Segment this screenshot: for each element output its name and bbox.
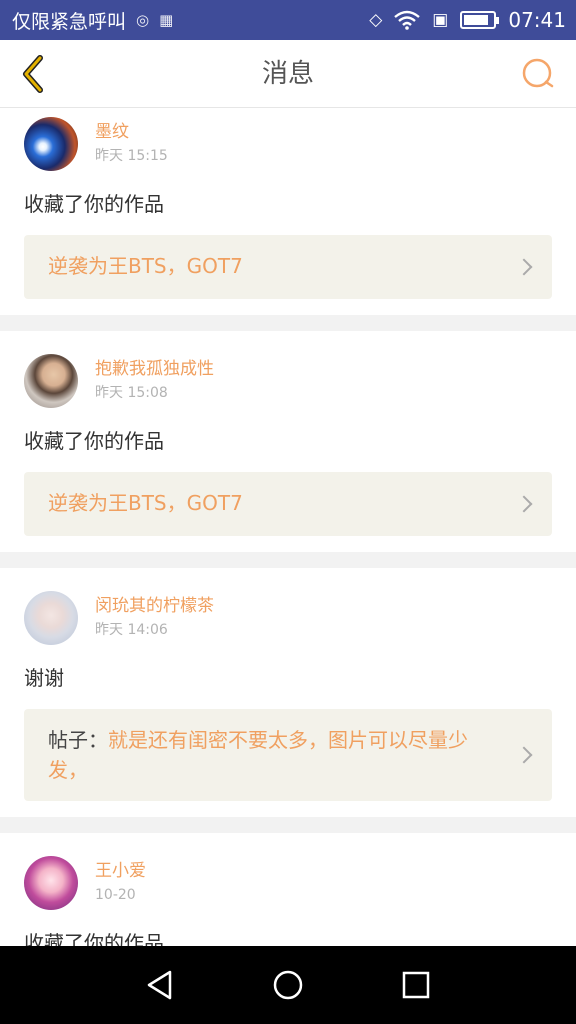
clock: 07:41 <box>508 8 566 32</box>
work-link[interactable]: 逆袭为王BTS，GOT7 <box>24 472 552 536</box>
message-header: 抱歉我孤独成性 昨天 15:08 <box>24 353 552 409</box>
back-button[interactable] <box>12 52 56 96</box>
nav-recents-button[interactable] <box>396 965 436 1005</box>
message-header: 王小爱 10-20 <box>24 855 552 911</box>
message-card[interactable]: 抱歉我孤独成性 昨天 15:08 收藏了你的作品 逆袭为王BTS，GOT7 <box>0 331 576 552</box>
user-name[interactable]: 墨纹 <box>95 120 168 144</box>
message-card[interactable]: 墨纹 昨天 15:15 收藏了你的作品 逆袭为王BTS，GOT7 <box>0 108 576 315</box>
message-meta: 王小爱 10-20 <box>95 859 146 907</box>
work-title: 逆袭为王BTS，GOT7 <box>48 491 243 515</box>
status-bar: 仅限紧急呼叫 ◎ ▦ ◇ ▣ 07:41 <box>0 0 576 40</box>
message-card[interactable]: 王小爱 10-20 收藏了你的作品 <box>0 833 576 946</box>
user-name[interactable]: 抱歉我孤独成性 <box>95 357 214 381</box>
nav-back-button[interactable] <box>140 965 180 1005</box>
message-text: 收藏了你的作品 <box>24 931 164 946</box>
user-name[interactable]: 王小爱 <box>95 859 146 883</box>
message-time: 昨天 14:06 <box>95 622 168 638</box>
avatar[interactable] <box>24 591 78 645</box>
search-button[interactable] <box>518 54 558 94</box>
vibrate-icon: ◇ <box>369 10 383 30</box>
message-time: 昨天 15:15 <box>95 148 168 164</box>
message-time: 10-20 <box>95 887 136 903</box>
avatar[interactable] <box>24 856 78 910</box>
message-header: 墨纹 昨天 15:15 <box>24 116 552 172</box>
post-link[interactable]: 帖子：就是还有闺密不要太多，图片可以尽量少发， <box>24 709 552 801</box>
status-left: 仅限紧急呼叫 ◎ ▦ <box>12 0 173 40</box>
battery-icon <box>460 11 500 29</box>
chevron-left-icon <box>23 55 43 93</box>
page-title: 消息 <box>261 59 314 89</box>
chevron-right-icon <box>515 258 533 276</box>
message-meta: 抱歉我孤独成性 昨天 15:08 <box>95 357 214 405</box>
message-meta: 墨纹 昨天 15:15 <box>95 120 168 168</box>
header-bar: 消息 <box>0 40 576 108</box>
search-icon <box>522 58 554 88</box>
post-label: 帖子： <box>48 728 108 752</box>
message-meta: 闵玧其的柠檬茶 昨天 14:06 <box>95 594 214 642</box>
message-time: 昨天 15:08 <box>95 385 168 401</box>
nav-home-button[interactable] <box>268 965 308 1005</box>
sim-icon: ▣ <box>432 10 449 30</box>
status-right: ◇ ▣ 07:41 <box>369 0 566 40</box>
chevron-right-icon <box>515 495 533 513</box>
square-recents-icon <box>402 971 430 999</box>
keyboard-icon: ▦ <box>159 11 174 29</box>
avatar[interactable] <box>24 117 78 171</box>
message-text: 收藏了你的作品 <box>24 429 164 453</box>
message-card[interactable]: 闵玧其的柠檬茶 昨天 14:06 谢谢 帖子：就是还有闺密不要太多，图片可以尽量… <box>0 568 576 817</box>
location-icon: ◎ <box>136 11 150 29</box>
triangle-back-icon <box>147 970 172 1000</box>
message-text: 谢谢 <box>24 666 64 690</box>
message-header: 闵玧其的柠檬茶 昨天 14:06 <box>24 590 552 646</box>
avatar[interactable] <box>24 354 78 408</box>
user-name[interactable]: 闵玧其的柠檬茶 <box>95 594 214 618</box>
work-title: 逆袭为王BTS，GOT7 <box>48 254 243 278</box>
work-link[interactable]: 逆袭为王BTS，GOT7 <box>24 235 552 299</box>
carrier-text: 仅限紧急呼叫 <box>12 10 127 33</box>
system-nav-bar <box>0 946 576 1024</box>
circle-home-icon <box>273 970 303 1000</box>
message-list[interactable]: 墨纹 昨天 15:15 收藏了你的作品 逆袭为王BTS，GOT7 抱歉我孤独成性… <box>0 108 576 946</box>
wifi-icon <box>394 10 421 30</box>
post-text: 就是还有闺密不要太多，图片可以尽量少发， <box>48 728 468 782</box>
message-text: 收藏了你的作品 <box>24 192 164 216</box>
post-excerpt: 帖子：就是还有闺密不要太多，图片可以尽量少发， <box>48 725 504 785</box>
chevron-right-icon <box>515 746 533 764</box>
